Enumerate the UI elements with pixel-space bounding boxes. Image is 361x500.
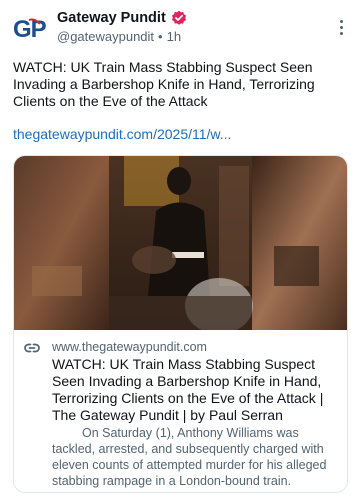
link-icon xyxy=(24,342,40,354)
separator-dot: • xyxy=(158,29,163,44)
card-image[interactable] xyxy=(14,156,347,330)
card-description: On Saturday (1), Anthony Williams was ta… xyxy=(52,426,327,488)
card-domain: www.thegatewaypundit.com xyxy=(52,340,207,354)
post-meta: @gatewaypundit • 1h xyxy=(57,29,181,44)
card-title[interactable]: WATCH: UK Train Mass Stabbing Suspect Se… xyxy=(52,356,342,424)
post-text: WATCH: UK Train Mass Stabbing Suspect Se… xyxy=(13,59,315,109)
author-row: Gateway Pundit xyxy=(57,10,187,26)
card-body: www.thegatewaypundit.com WATCH: UK Train… xyxy=(14,330,347,492)
avatar[interactable]: GP xyxy=(13,12,47,46)
post: GP Gateway Pundit @gatewaypundit • 1h WATC… xyxy=(0,0,361,500)
link-preview-card[interactable]: www.thegatewaypundit.com WATCH: UK Train… xyxy=(13,155,348,493)
verified-badge-icon xyxy=(171,10,186,25)
author-handle[interactable]: @gatewaypundit xyxy=(57,29,154,44)
post-header: GP Gateway Pundit @gatewaypundit • 1h xyxy=(13,7,349,47)
post-link[interactable]: thegatewaypundit.com/2025/11/w... xyxy=(13,126,349,142)
author-name[interactable]: Gateway Pundit xyxy=(57,10,166,26)
post-time[interactable]: 1h xyxy=(167,29,181,44)
more-vertical-icon[interactable] xyxy=(333,17,349,37)
